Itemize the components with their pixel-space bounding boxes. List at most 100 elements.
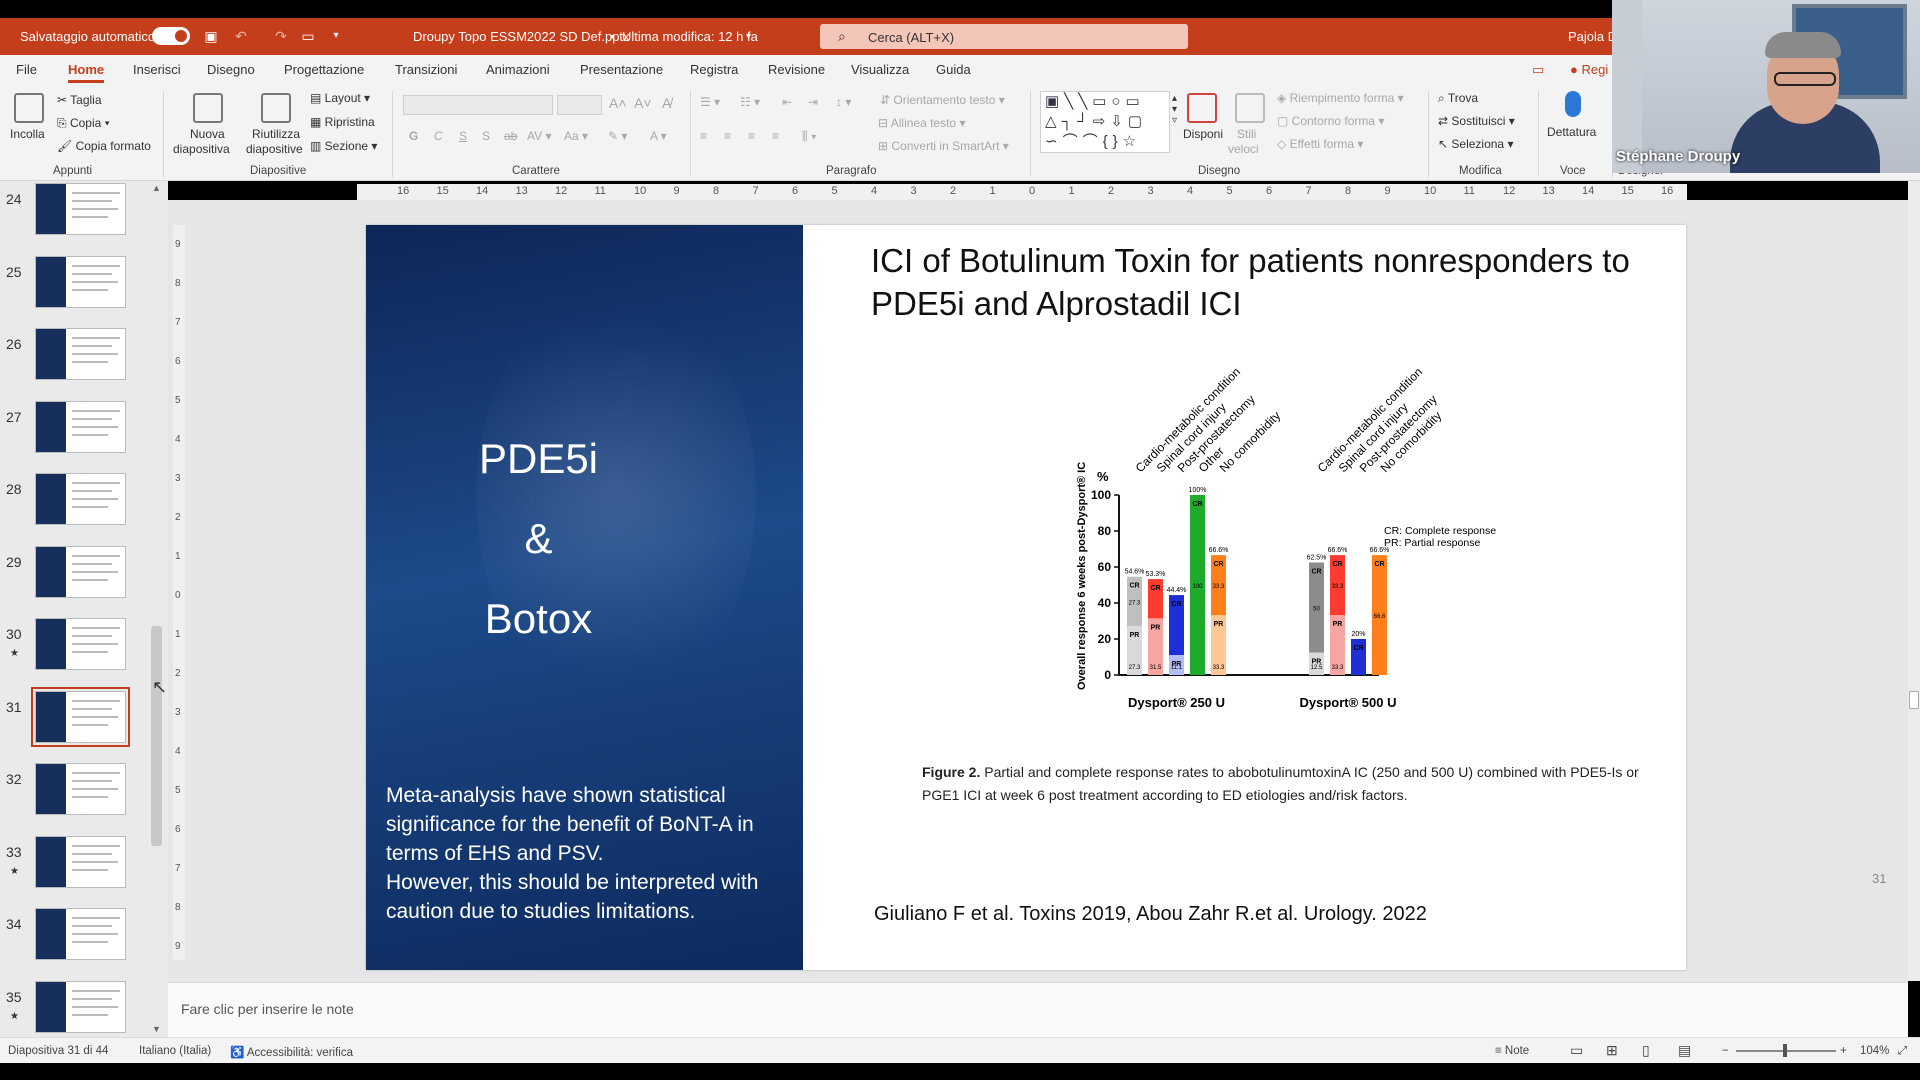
microphone-icon[interactable] [1565, 91, 1581, 117]
smartart-button[interactable]: ⊞ Converti in SmartArt ▾ [878, 139, 1009, 153]
tab-file[interactable]: File [16, 62, 37, 77]
language-indicator[interactable]: Italiano (Italia) [139, 1045, 211, 1057]
quick-styles-label-2[interactable]: veloci [1228, 142, 1259, 156]
select-button[interactable]: ↖ Seleziona ▾ [1438, 137, 1513, 151]
present-icon[interactable]: ▭ [300, 28, 316, 44]
shapes-more-icon[interactable]: ▴ ▾ ▿ [1172, 93, 1177, 126]
redo-icon[interactable]: ↷ [273, 28, 289, 44]
find-button[interactable]: ⌕ Trova [1438, 91, 1478, 106]
paste-icon[interactable] [14, 93, 44, 123]
scroll-up-icon[interactable]: ▲ [152, 183, 161, 193]
slide-thumbnail[interactable] [35, 183, 126, 235]
scrollbar-thumb[interactable] [151, 626, 162, 846]
font-name-box[interactable] [403, 95, 553, 115]
dictation-button[interactable]: Dettatura [1547, 125, 1596, 139]
paste-button[interactable]: Incolla [10, 127, 45, 141]
autosave-toggle[interactable] [152, 27, 190, 45]
font-color-icon[interactable]: A ▾ [650, 129, 667, 143]
reuse-label-2[interactable]: diapositive [246, 142, 303, 156]
quick-styles-icon[interactable] [1235, 93, 1265, 123]
shape-effects-button[interactable]: ◇ Effetti forma ▾ [1277, 137, 1363, 151]
tab-transizioni[interactable]: Transizioni [395, 62, 457, 77]
slide-thumbnail[interactable] [35, 255, 126, 308]
font-size-box[interactable] [557, 95, 602, 115]
slide-thumbnail[interactable] [35, 763, 126, 815]
align-left-icon[interactable]: ≡ [700, 129, 707, 143]
bold-icon[interactable]: G [409, 129, 418, 143]
reading-view-icon[interactable]: ▯ [1642, 1042, 1650, 1059]
align-text-button[interactable]: ⊟ Allinea testo ▾ [878, 116, 965, 130]
notes-toggle[interactable]: ≡ Note [1495, 1045, 1529, 1057]
last-modified[interactable]: Ultima modifica: 12 h fa [622, 29, 758, 44]
fit-slide-icon[interactable]: ⤢ [1898, 1045, 1907, 1058]
format-painter-button[interactable]: 🖌 Copia formato [57, 139, 151, 153]
tab-disegno[interactable]: Disegno [207, 62, 255, 77]
highlight-icon[interactable]: ✎ ▾ [608, 129, 627, 143]
tab-guida[interactable]: Guida [936, 62, 971, 77]
tab-registra[interactable]: Registra [690, 62, 738, 77]
undo-icon[interactable]: ↶ [233, 28, 249, 44]
justify-icon[interactable]: ≡ [772, 129, 779, 143]
zoom-in-icon[interactable]: + [1840, 1045, 1847, 1057]
align-center-icon[interactable]: ≡ [724, 129, 731, 143]
align-right-icon[interactable]: ≡ [748, 129, 755, 143]
shape-outline-button[interactable]: ▢ Contorno forma ▾ [1277, 114, 1384, 128]
tab-visualizza[interactable]: Visualizza [851, 62, 909, 77]
columns-icon[interactable]: ⫼ ▾ [802, 129, 817, 144]
slideshow-icon[interactable]: ▤ [1678, 1042, 1691, 1059]
arrange-button[interactable]: Disponi [1183, 127, 1223, 141]
replace-button[interactable]: ⇄ Sostituisci ▾ [1438, 114, 1515, 128]
thumbnails-scrollbar[interactable]: ▲ ▼ [149, 181, 165, 1037]
reuse-label-1[interactable]: Riutilizza [252, 127, 300, 141]
shapes-gallery[interactable]: ▣╲╲▭○▭ △┐┘⇨⇩▢ ∽⌒⌒{}☆ [1040, 91, 1170, 153]
layout-button[interactable]: ▤ Layout ▾ [310, 91, 370, 105]
normal-view-icon[interactable]: ▭ [1570, 1042, 1583, 1059]
shrink-font-icon[interactable]: A˅ [634, 95, 652, 111]
tab-progettazione[interactable]: Progettazione [284, 62, 364, 77]
record-button[interactable]: ● Regi [1570, 62, 1608, 77]
slide-sorter-icon[interactable]: ⊞ [1606, 1042, 1618, 1059]
customize-qat-icon[interactable]: ▾ [328, 28, 344, 44]
tab-inserisci[interactable]: Inserisci [133, 62, 181, 77]
new-slide-label-2[interactable]: diapositiva [173, 142, 230, 156]
italic-icon[interactable]: C [434, 129, 443, 143]
shape-fill-button[interactable]: ◈ Riempimento forma ▾ [1277, 91, 1404, 105]
indent-less-icon[interactable]: ⇤ [782, 95, 792, 109]
new-slide-label-1[interactable]: Nuova [190, 127, 225, 141]
shadow-icon[interactable]: S [482, 129, 490, 143]
slide-thumbnail[interactable] [31, 686, 130, 747]
tab-presentazione[interactable]: Presentazione [580, 62, 663, 77]
zoom-slider-handle[interactable] [1783, 1044, 1787, 1057]
quick-styles-label-1[interactable]: Stili [1237, 127, 1256, 141]
slide-thumbnail[interactable] [35, 835, 126, 888]
user-name[interactable]: Pajola D [1568, 29, 1617, 44]
save-icon[interactable]: ▣ [203, 28, 219, 44]
canvas-scrollbar-thumb[interactable] [1909, 691, 1919, 709]
grow-font-icon[interactable]: A˄ [609, 95, 627, 111]
tab-revisione[interactable]: Revisione [768, 62, 825, 77]
accessibility-check[interactable]: ♿ Accessibilità: verifica [230, 1045, 353, 1059]
reset-button[interactable]: ▦ Ripristina [310, 115, 375, 129]
slide-thumbnail[interactable] [35, 328, 126, 380]
strike-icon[interactable]: ab [504, 129, 517, 143]
search-box[interactable]: ⌕ Cerca (ALT+X) [820, 24, 1188, 49]
tab-animazioni[interactable]: Animazioni [486, 62, 550, 77]
indent-more-icon[interactable]: ⇥ [808, 95, 818, 109]
zoom-out-icon[interactable]: − [1722, 1045, 1729, 1057]
underline-icon[interactable]: S [459, 129, 467, 143]
new-slide-icon[interactable] [193, 93, 223, 123]
current-slide[interactable]: PDE5i & Botox Meta-analysis have shown s… [366, 225, 1886, 970]
scroll-down-icon[interactable]: ▼ [152, 1024, 161, 1034]
notes-pane[interactable]: Fare clic per inserire le note [168, 982, 1908, 1037]
section-button[interactable]: ▥ Sezione ▾ [310, 139, 377, 153]
case-icon[interactable]: Aa ▾ [564, 129, 588, 143]
cut-button[interactable]: ✂ Taglia [57, 93, 102, 107]
tab-home[interactable]: Home [68, 62, 105, 83]
slide-thumbnail[interactable] [35, 545, 126, 598]
slide-thumbnail[interactable] [35, 473, 126, 525]
clear-format-icon[interactable]: A̸ [662, 95, 671, 111]
slide-thumbnail[interactable] [35, 400, 126, 453]
slide-thumbnail[interactable] [35, 980, 126, 1033]
copy-button[interactable]: ⎘ Copia ▾ [57, 116, 110, 131]
reuse-slides-icon[interactable] [261, 93, 291, 123]
